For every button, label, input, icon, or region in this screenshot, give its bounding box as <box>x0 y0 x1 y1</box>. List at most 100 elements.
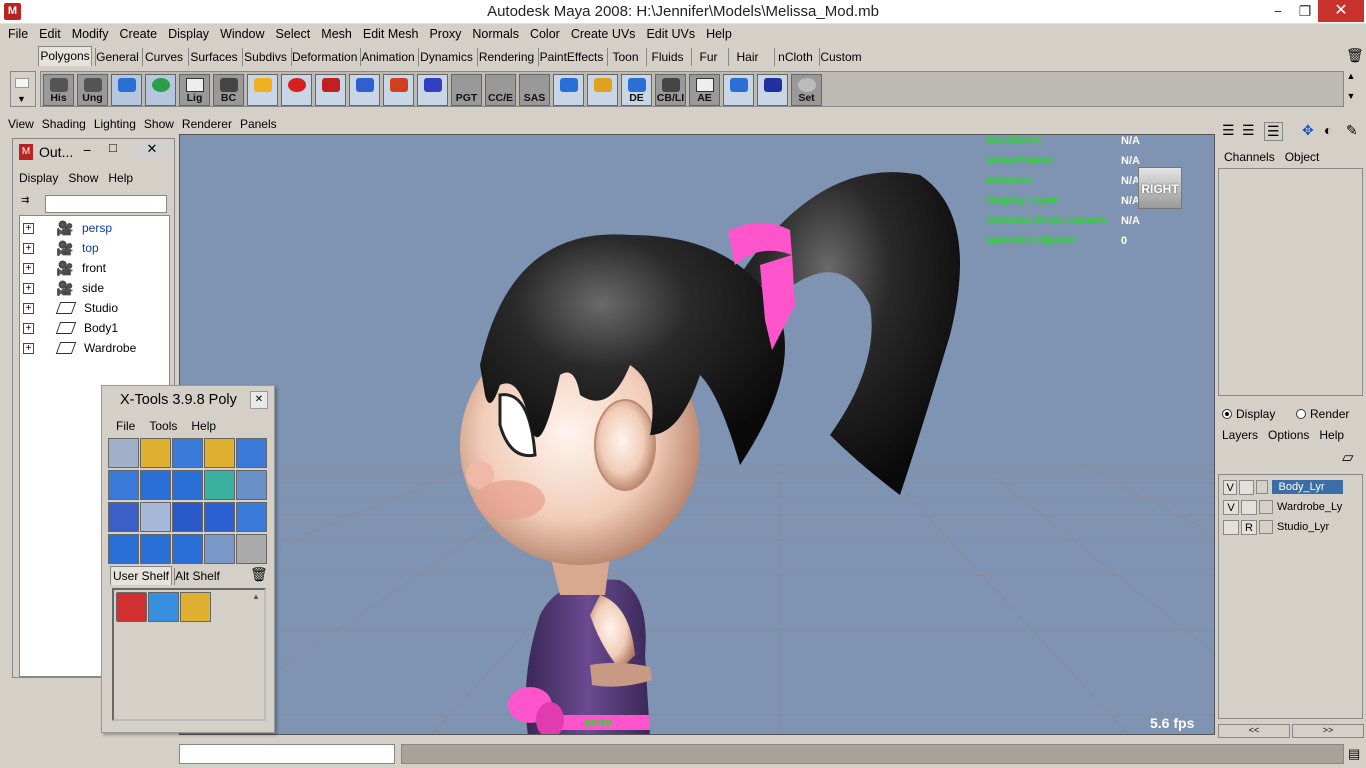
xtools-tool[interactable] <box>236 470 267 500</box>
shelf-tool-sphere[interactable] <box>145 74 176 106</box>
xtools-shelf-tool[interactable] <box>148 592 179 622</box>
outliner-item[interactable]: + 🎥 top <box>23 238 99 258</box>
shelf-tool-cc[interactable]: CC/E <box>485 74 516 106</box>
shelf-tab-curves[interactable]: Curves <box>142 48 185 66</box>
list-icon[interactable]: ☰ <box>1222 122 1235 139</box>
outliner-close-button[interactable]: ✕ <box>133 141 171 158</box>
outliner-minimize-button[interactable]: − <box>83 142 91 158</box>
xtools-tool[interactable] <box>140 502 171 532</box>
shelf-tool-pgt[interactable]: PGT <box>451 74 482 106</box>
expand-icon[interactable]: + <box>23 282 34 294</box>
menu-proxy[interactable]: Proxy <box>425 27 468 41</box>
xtools-shelf-tool[interactable] <box>116 592 147 622</box>
minimize-button[interactable]: − <box>1263 0 1293 22</box>
outliner-menu-help[interactable]: Help <box>108 171 133 185</box>
xtools-tool[interactable] <box>108 438 139 468</box>
shelf-tab-ncloth[interactable]: nCloth <box>774 48 816 66</box>
trash-icon[interactable]: 🗑 <box>250 566 268 583</box>
list-icon[interactable]: ☰ <box>1242 122 1255 139</box>
shelf-tool-normals[interactable] <box>383 74 414 106</box>
layer-scroll-right[interactable]: >> <box>1292 724 1364 738</box>
layer-menu-options[interactable]: Options <box>1268 428 1309 442</box>
view-cube[interactable]: RIGHT <box>1138 167 1182 209</box>
xtools-tool[interactable] <box>108 502 139 532</box>
xtools-menu-file[interactable]: File <box>116 419 135 433</box>
menu-edit[interactable]: Edit <box>35 27 68 41</box>
menu-edit-mesh[interactable]: Edit Mesh <box>359 27 426 41</box>
command-line-input[interactable] <box>179 744 395 764</box>
shelf-tab-painteffects[interactable]: PaintEffects <box>538 48 604 66</box>
shelf-menu-button[interactable]: ▼ <box>10 71 36 107</box>
xtools-tool[interactable] <box>172 438 203 468</box>
shelf-tool-sas[interactable]: SAS <box>519 74 550 106</box>
menu-file[interactable]: File <box>4 27 35 41</box>
panel-menu-panels[interactable]: Panels <box>236 117 281 131</box>
xtools-tool[interactable] <box>204 534 235 564</box>
panel-menu-lighting[interactable]: Lighting <box>90 117 140 131</box>
layer-mode-display[interactable]: Display <box>1222 407 1275 421</box>
new-layer-icon[interactable]: ▱ <box>1342 448 1354 466</box>
brush-icon[interactable]: ✎ <box>1346 122 1358 139</box>
layer-scroll-left[interactable]: << <box>1218 724 1290 738</box>
layer-color-icon[interactable] <box>1259 500 1273 514</box>
shelf-tool-cube[interactable] <box>111 74 142 106</box>
outliner-maximize-button[interactable]: □ <box>109 140 117 155</box>
xtools-tab-alt-shelf[interactable]: Alt Shelf <box>174 568 220 585</box>
layer-color-icon[interactable] <box>1259 520 1273 534</box>
panel-menu-renderer[interactable]: Renderer <box>178 117 236 131</box>
xtools-tool[interactable] <box>140 534 171 564</box>
menu-edit-uvs[interactable]: Edit UVs <box>642 27 702 41</box>
shelf-tab-fluids[interactable]: Fluids <box>646 48 688 66</box>
shelf-tab-rendering[interactable]: Rendering <box>477 48 535 66</box>
shelf-tab-hair[interactable]: Hair <box>728 48 766 66</box>
xtools-tab-user-shelf[interactable]: User Shelf <box>110 566 172 585</box>
outliner-menu-show[interactable]: Show <box>68 171 98 185</box>
xtools-tool[interactable] <box>204 438 235 468</box>
shading-icon[interactable]: ◐ <box>1324 122 1332 138</box>
shelf-tab-dynamics[interactable]: Dynamics <box>418 48 474 66</box>
menu-display[interactable]: Display <box>164 27 216 41</box>
menu-normals[interactable]: Normals <box>468 27 526 41</box>
menu-modify[interactable]: Modify <box>68 27 116 41</box>
shelf-tool-split[interactable] <box>349 74 380 106</box>
xtools-shelf-scrollbar[interactable]: ▲ <box>250 592 262 717</box>
filter-icon[interactable]: ⇉ <box>21 195 29 206</box>
channel-box-tab-object[interactable]: Object <box>1285 150 1320 164</box>
expand-icon[interactable]: + <box>23 222 34 234</box>
layer-row[interactable]: V Body_Lyr <box>1223 478 1344 496</box>
menu-help[interactable]: Help <box>702 27 739 41</box>
expand-icon[interactable]: + <box>23 302 34 314</box>
expand-icon[interactable]: + <box>23 322 34 334</box>
close-button[interactable]: ✕ <box>1318 0 1364 22</box>
outliner-item[interactable]: + Studio <box>23 298 118 318</box>
shelf-tool-plane[interactable] <box>553 74 584 106</box>
xtools-tool[interactable] <box>236 438 267 468</box>
shelf-tool-ae[interactable]: AE <box>689 74 720 106</box>
menu-window[interactable]: Window <box>216 27 271 41</box>
shelf-tool-bc[interactable]: BC <box>213 74 244 106</box>
menu-mesh[interactable]: Mesh <box>317 27 359 41</box>
outliner-item[interactable]: + Wardrobe <box>23 338 136 358</box>
xtools-tool[interactable] <box>204 470 235 500</box>
list-icon[interactable]: ☰ <box>1264 122 1283 141</box>
viewport-3d[interactable]: Backfaces: Smoothness: Instance: Display… <box>179 134 1215 735</box>
menu-create-uvs[interactable]: Create UVs <box>567 27 643 41</box>
shelf-tab-subdivs[interactable]: Subdivs <box>242 48 288 66</box>
shelf-tool-curve[interactable] <box>417 74 448 106</box>
shelf-tool-grid[interactable] <box>587 74 618 106</box>
expand-icon[interactable]: + <box>23 242 34 254</box>
shelf-tool-redo[interactable] <box>281 74 312 106</box>
panel-menu-view[interactable]: View <box>4 117 38 131</box>
shelf-tool-history[interactable]: His <box>43 74 74 106</box>
layer-mode-render[interactable]: Render <box>1296 407 1349 421</box>
channel-box-tab-channels[interactable]: Channels <box>1224 150 1275 164</box>
shelf-tab-fur[interactable]: Fur <box>691 48 725 66</box>
xtools-shelf-tool[interactable] <box>180 592 211 622</box>
shelf-tool-set[interactable]: Set <box>791 74 822 106</box>
xtools-tool[interactable] <box>172 502 203 532</box>
layer-menu-layers[interactable]: Layers <box>1222 428 1258 442</box>
shelf-tool-path[interactable] <box>757 74 788 106</box>
shelf-tool-ungroup[interactable]: Ung <box>77 74 108 106</box>
outliner-item[interactable]: + 🎥 front <box>23 258 106 278</box>
layer-row[interactable]: V Wardrobe_Ly <box>1223 498 1343 516</box>
